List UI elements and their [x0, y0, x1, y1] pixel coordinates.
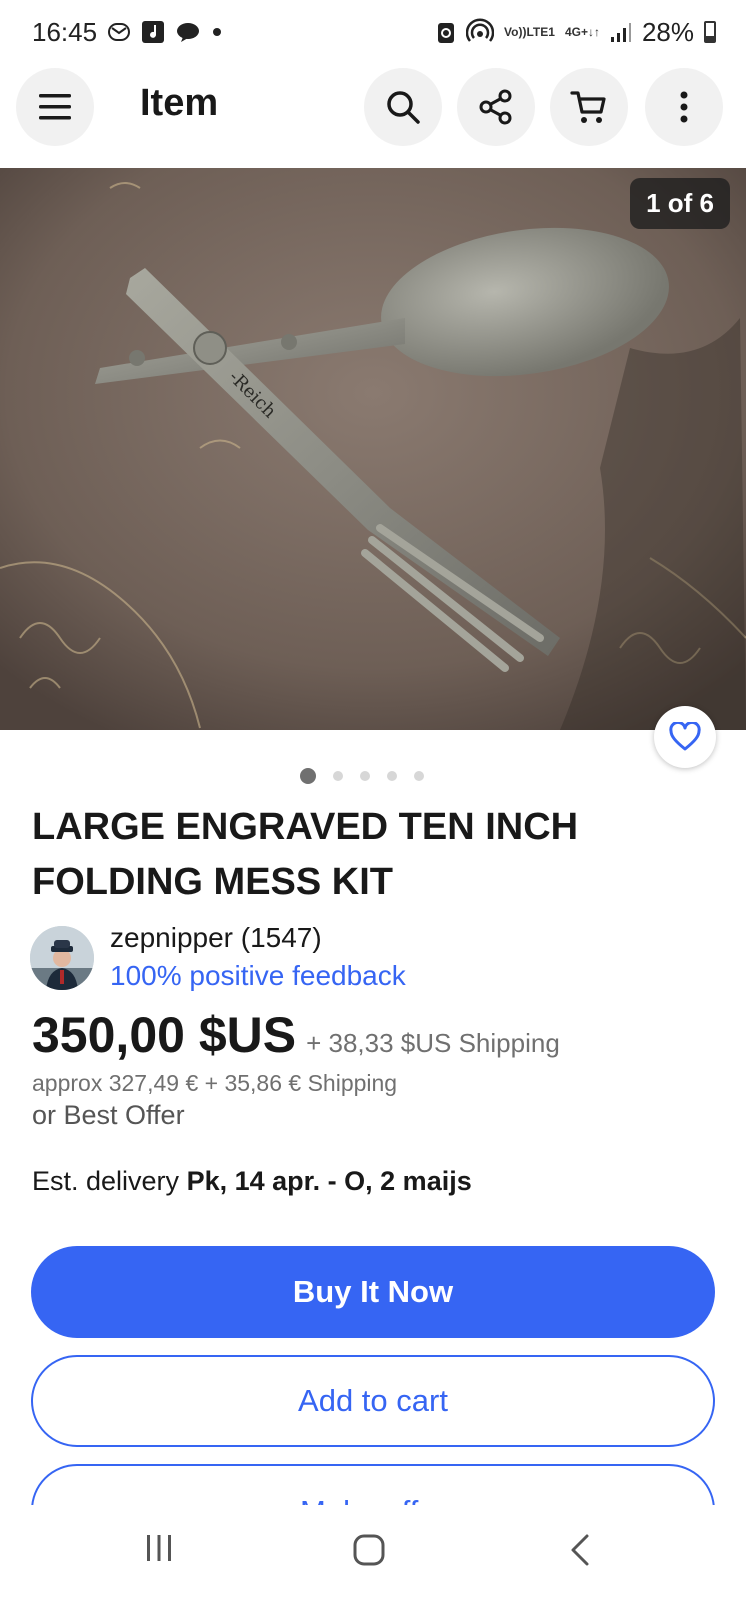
- search-button[interactable]: [364, 68, 442, 146]
- delivery-label: Est. delivery: [32, 1166, 180, 1196]
- back-icon: [571, 1534, 589, 1566]
- more-icon: [680, 91, 688, 123]
- shipping-cost: + 38,33 $US Shipping: [306, 1028, 560, 1058]
- hotspot-icon: [466, 18, 495, 46]
- music-app-icon: [141, 20, 165, 44]
- chat-icon: [175, 20, 201, 44]
- system-nav-bar: [0, 1505, 746, 1600]
- share-icon: [479, 89, 512, 125]
- status-bar: 16:45 Vo)) LTE1 4G+ ↓↑ 28%: [0, 0, 746, 64]
- menu-icon: [39, 94, 71, 120]
- listing-title: LARGE ENGRAVED TEN INCH FOLDING MESS KIT: [32, 806, 579, 903]
- network-volte-label: Vo)): [504, 25, 527, 39]
- battery-icon: [704, 21, 716, 43]
- approx-price: approx 327,49 € + 35,86 € Shipping: [32, 1070, 398, 1096]
- gallery-dot[interactable]: [300, 768, 316, 784]
- best-offer-label: or Best Offer: [32, 1100, 185, 1130]
- add-to-cart-label: Add to cart: [298, 1383, 448, 1418]
- gallery-dot[interactable]: [333, 771, 343, 781]
- buy-it-now-label: Buy It Now: [292, 1274, 454, 1309]
- product-photo: -Reich: [0, 168, 746, 730]
- product-image[interactable]: -Reich 1 of 6: [0, 168, 746, 730]
- more-options-button[interactable]: [645, 68, 723, 146]
- add-to-cart-button[interactable]: Add to cart: [31, 1355, 715, 1447]
- gallery-dot[interactable]: [387, 771, 397, 781]
- cart-button[interactable]: [550, 68, 628, 146]
- status-time: 16:45: [32, 16, 98, 47]
- share-button[interactable]: [457, 68, 535, 146]
- search-icon: [387, 91, 420, 124]
- gallery-dot[interactable]: [360, 771, 370, 781]
- heart-icon: [669, 722, 701, 751]
- page-title: Item: [140, 82, 219, 124]
- gallery-dots: [300, 768, 424, 784]
- seller-avatar[interactable]: [30, 926, 94, 990]
- seller-feedback-link[interactable]: 100% positive feedback: [110, 960, 406, 992]
- network-gen-label: 4G+ ↓↑: [565, 26, 600, 38]
- delivery-estimate: Est. delivery Pk, 14 apr. - O, 2 maijs: [32, 1166, 472, 1197]
- buy-it-now-button[interactable]: Buy It Now: [31, 1246, 715, 1338]
- seller-info[interactable]: zepnipper (1547) 100% positive feedback: [30, 922, 720, 992]
- status-left: 16:45: [32, 17, 223, 48]
- back-button[interactable]: [568, 1533, 592, 1567]
- price: 350,00 $US: [32, 1007, 297, 1063]
- delivery-dates: Pk, 14 apr. - O, 2 maijs: [186, 1166, 472, 1196]
- menu-button[interactable]: [16, 68, 94, 146]
- battery-percent: 28%: [641, 16, 694, 47]
- avatar-image: [30, 926, 94, 990]
- cart-icon: [570, 91, 606, 123]
- home-button[interactable]: [352, 1533, 386, 1567]
- notification-dot-icon: [211, 26, 223, 38]
- signal-icon: [610, 21, 632, 43]
- data-arrows-icon: ↓↑: [587, 25, 600, 39]
- network-gen-text: 4G+: [564, 25, 588, 39]
- image-counter: 1 of 6: [630, 178, 730, 229]
- recent-apps-icon: [147, 1535, 171, 1561]
- recent-apps-button[interactable]: [144, 1533, 174, 1563]
- price-row: 350,00 $US + 38,33 $US Shipping: [32, 1006, 560, 1064]
- mail-icon: [107, 20, 131, 44]
- app-bar: Item: [0, 64, 746, 168]
- recycle-icon: [436, 19, 456, 45]
- watchlist-button[interactable]: [654, 706, 716, 768]
- network-lte-label: LTE1: [526, 25, 555, 39]
- network-label: Vo)) LTE1: [504, 26, 555, 38]
- status-right: Vo)) LTE1 4G+ ↓↑ 28%: [436, 17, 716, 48]
- gallery-dot[interactable]: [414, 771, 424, 781]
- seller-name[interactable]: zepnipper (1547): [110, 922, 322, 954]
- home-icon: [353, 1534, 385, 1566]
